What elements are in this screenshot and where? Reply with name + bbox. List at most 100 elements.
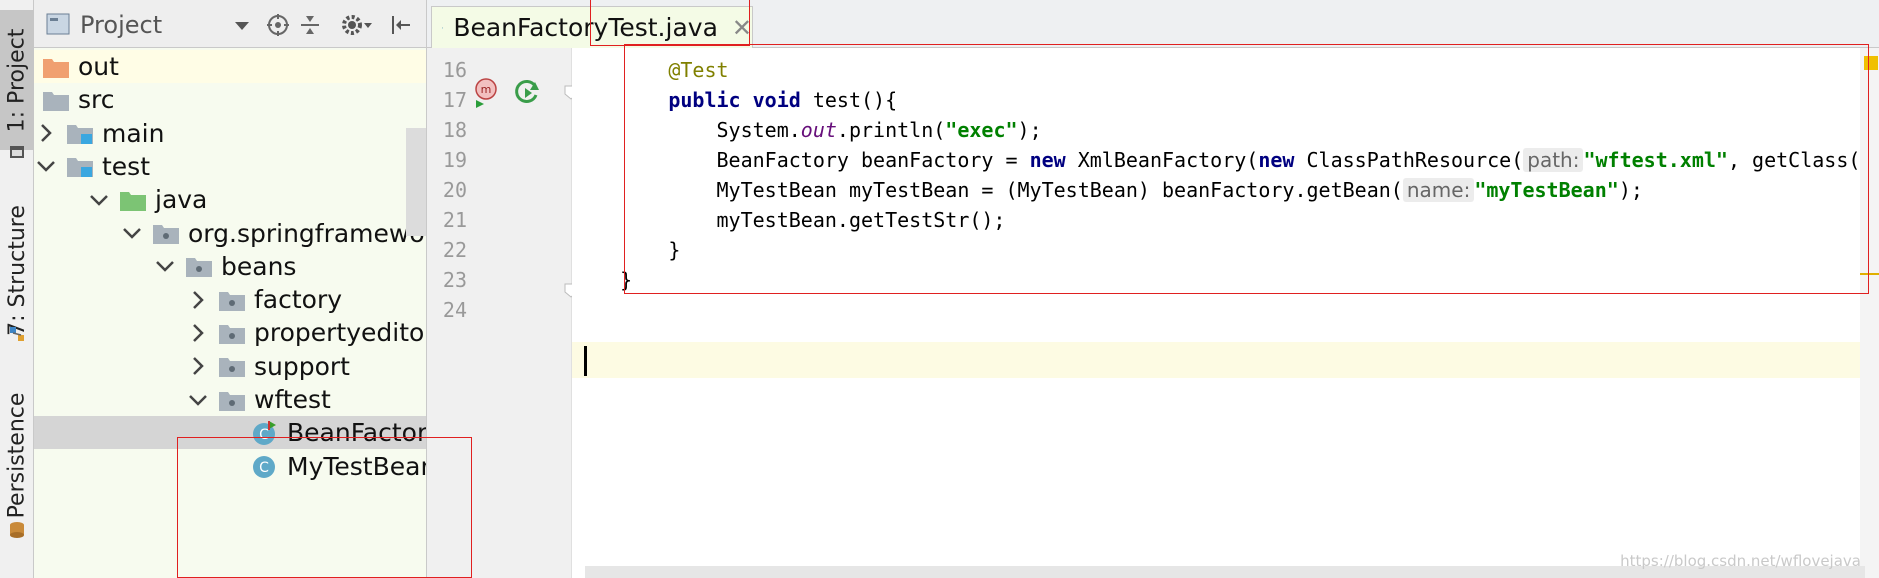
tree-scrollbar[interactable] bbox=[406, 128, 426, 236]
tree-item-beans[interactable]: beans bbox=[34, 250, 426, 283]
current-line-highlight bbox=[572, 342, 1860, 378]
tree-item-label: src bbox=[78, 85, 115, 115]
tree-item-src[interactable]: src bbox=[34, 83, 426, 116]
tool-tab-persistence[interactable]: Persistence bbox=[0, 385, 34, 525]
tool-tab-structure-label: 7: Structure bbox=[4, 204, 30, 336]
watermark-text: https://blog.csdn.net/wflovejava bbox=[1620, 552, 1861, 570]
package-icon bbox=[186, 258, 212, 278]
parameter-hint: path: bbox=[1523, 148, 1584, 172]
text-cursor bbox=[584, 346, 587, 376]
parameter-hint: name: bbox=[1402, 178, 1475, 202]
line-number: 22 bbox=[442, 238, 467, 262]
chevron-down-icon[interactable] bbox=[153, 254, 177, 278]
tree-item-label: test bbox=[102, 151, 151, 181]
tree-item-label: main bbox=[102, 118, 165, 148]
test-source-folder-icon bbox=[120, 191, 146, 211]
folder-icon bbox=[43, 91, 69, 111]
settings-dropdown-icon[interactable] bbox=[362, 13, 374, 37]
run-test-icon[interactable] bbox=[513, 78, 541, 106]
tree-item-label: out bbox=[78, 52, 119, 81]
line-number: 16 bbox=[442, 58, 467, 82]
module-folder-icon bbox=[67, 158, 93, 178]
chevron-down-icon[interactable] bbox=[120, 221, 144, 245]
persistence-tool-icon bbox=[10, 522, 24, 538]
tree-item-label: MyTestBean bbox=[287, 451, 427, 481]
line-number: 19 bbox=[442, 148, 467, 172]
test-class-icon: C bbox=[253, 420, 276, 445]
tree-item-org-springframework[interactable]: org.springframework bbox=[34, 217, 426, 250]
error-stripe[interactable] bbox=[1860, 48, 1879, 578]
analysis-status-icon[interactable] bbox=[1864, 56, 1878, 70]
package-icon bbox=[219, 291, 245, 311]
tool-tab-persistence-label: Persistence bbox=[4, 392, 30, 518]
collapse-all-icon[interactable] bbox=[298, 13, 322, 37]
tree-item-label: java bbox=[155, 185, 208, 215]
tree-item-label: propertyeditor bbox=[254, 318, 427, 348]
svg-text:C: C bbox=[259, 427, 269, 443]
code-token: } bbox=[572, 238, 681, 262]
excluded-folder-icon bbox=[43, 58, 69, 78]
tree-item-label: factory bbox=[254, 285, 343, 315]
tree-item-wftest[interactable]: wftest bbox=[34, 383, 426, 416]
code-editor[interactable]: @Test public void test(){ System.out.pri… bbox=[572, 48, 1879, 578]
hide-panel-icon[interactable] bbox=[389, 13, 413, 37]
tree-item-label: wftest bbox=[254, 385, 331, 414]
chevron-down-icon[interactable] bbox=[34, 154, 58, 178]
code-token: ); bbox=[1017, 118, 1042, 142]
package-icon bbox=[219, 391, 245, 411]
package-icon bbox=[153, 225, 179, 244]
code-token: "exec" bbox=[945, 118, 1018, 142]
line-number: 17 bbox=[442, 88, 467, 112]
tree-spacer bbox=[219, 421, 243, 445]
tab-label: BeanFactoryTest.java bbox=[453, 13, 718, 42]
code-token: BeanFactory beanFactory = bbox=[572, 148, 1030, 172]
tree-item-factory[interactable]: factory bbox=[34, 283, 426, 316]
code-token: "myTestBean" bbox=[1474, 178, 1619, 202]
project-view-icon bbox=[46, 13, 70, 35]
code-token: void bbox=[752, 88, 801, 112]
project-tool-icon bbox=[10, 146, 24, 158]
structure-tool-icon bbox=[10, 327, 24, 341]
tab-beanfactorytest[interactable]: C BeanFactoryTest.java ✕ bbox=[431, 6, 753, 48]
tree-item-java[interactable]: java bbox=[34, 183, 426, 216]
package-icon bbox=[219, 324, 245, 344]
chevron-down-icon[interactable] bbox=[87, 188, 111, 212]
tool-tab-project-label: 1: Project bbox=[4, 28, 30, 132]
chevron-down-icon[interactable] bbox=[186, 388, 210, 412]
code-token: System. bbox=[572, 118, 801, 142]
code-token: ); bbox=[1618, 178, 1643, 202]
line-number: 23 bbox=[442, 268, 467, 292]
class-icon: C bbox=[253, 456, 275, 479]
tree-item-label: beans bbox=[221, 251, 297, 281]
tool-tab-project[interactable]: 1: Project bbox=[0, 10, 34, 150]
tree-item-mytestbean[interactable]: C MyTestBean bbox=[34, 450, 427, 483]
chevron-right-icon[interactable] bbox=[186, 354, 210, 378]
tool-window-strip: 1: Project 7: Structure Persistence bbox=[0, 0, 34, 578]
tree-item-beanfactorytest[interactable]: C BeanFactoryTest bbox=[34, 416, 426, 450]
warning-marker[interactable] bbox=[1860, 273, 1879, 275]
view-mode-dropdown-icon[interactable] bbox=[230, 13, 254, 37]
project-panel-title[interactable]: Project bbox=[80, 11, 162, 39]
tree-item-support[interactable]: support bbox=[34, 350, 426, 383]
line-number: 21 bbox=[442, 208, 467, 232]
code-token: XmlBeanFactory( bbox=[1065, 148, 1259, 172]
chevron-right-icon[interactable] bbox=[186, 288, 210, 312]
tab-close-icon[interactable]: ✕ bbox=[732, 14, 752, 42]
code-token: new bbox=[1258, 148, 1295, 172]
code-token: .println( bbox=[836, 118, 946, 142]
code-token: MyTestBean myTestBean = (MyTestBean) bea… bbox=[572, 178, 1403, 202]
method-marker-icon[interactable]: m bbox=[473, 78, 499, 108]
scroll-from-source-icon[interactable] bbox=[266, 13, 290, 37]
tree-item-out[interactable]: out bbox=[34, 50, 426, 83]
svg-text:C: C bbox=[259, 460, 269, 476]
chevron-right-icon[interactable] bbox=[186, 321, 210, 345]
settings-gear-icon[interactable] bbox=[340, 13, 364, 37]
tree-item-test[interactable]: test bbox=[34, 150, 426, 183]
tree-item-propertyeditor[interactable]: propertyeditor bbox=[34, 316, 427, 349]
chevron-right-icon[interactable] bbox=[34, 121, 58, 145]
tree-item-main[interactable]: main bbox=[34, 117, 426, 150]
code-token: test(){ bbox=[800, 88, 898, 112]
